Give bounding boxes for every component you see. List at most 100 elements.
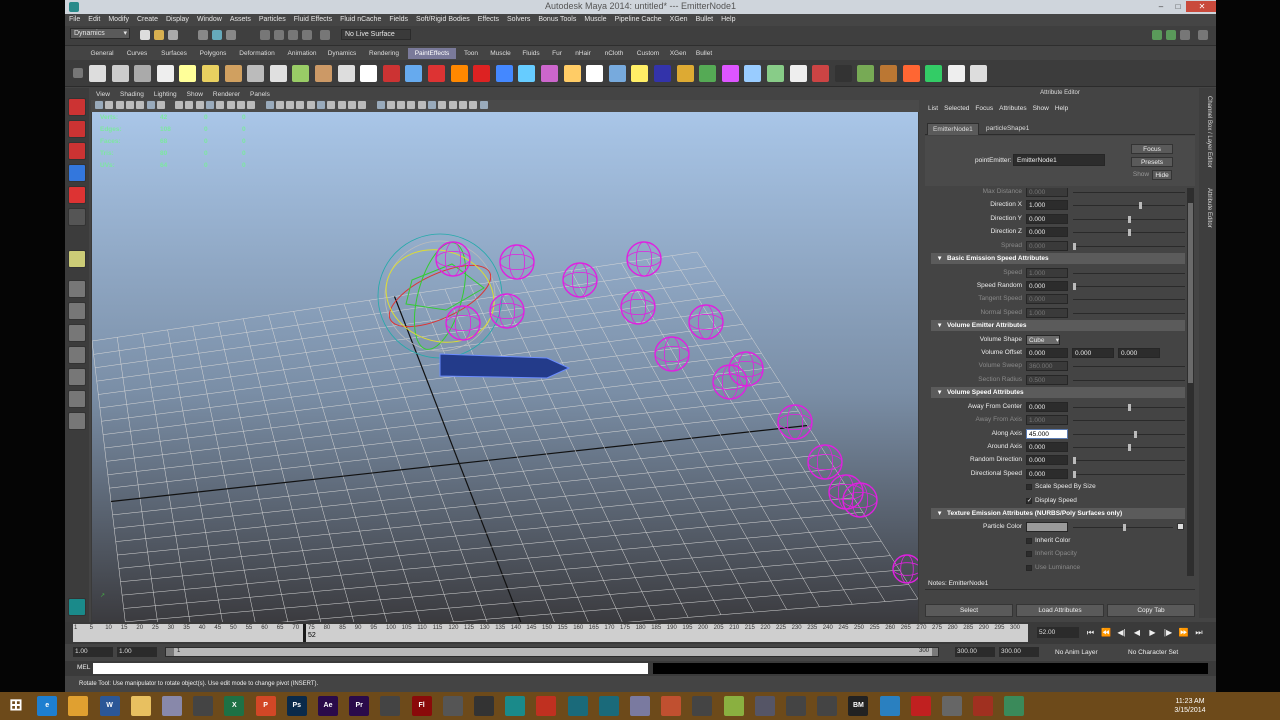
shelf-tab-animation[interactable]: Animation (283, 48, 321, 59)
paint-brush-icon[interactable] (269, 65, 287, 82)
menu-create[interactable]: Create (133, 14, 162, 26)
windows-start-icon[interactable]: ⊞ (6, 696, 26, 716)
slider-direction-x[interactable] (1073, 202, 1185, 210)
show-button[interactable]: Show (1131, 170, 1151, 180)
expand-arrow-icon[interactable]: ▾ (938, 387, 947, 398)
minimize-button[interactable]: – (1153, 1, 1169, 12)
shelf-tab-fur[interactable]: Fur (547, 48, 567, 59)
color-slider[interactable] (1073, 524, 1173, 532)
attribute-editor-tab[interactable]: Attribute Editor (1203, 188, 1212, 228)
viewport-toolbar-icon[interactable] (428, 101, 436, 109)
paint-brush-icon[interactable] (563, 65, 581, 82)
paint-brush-icon[interactable] (767, 65, 784, 82)
viewport-toolbar-icon[interactable] (386, 101, 395, 109)
shelf-tab-general[interactable]: General (87, 48, 117, 59)
shelf-tab-dynamics[interactable]: Dynamics (324, 48, 360, 59)
section-basic-emission-speed-attributes[interactable]: ▾ Basic Emission Speed Attributes (931, 253, 1185, 264)
single-pane-layout-icon[interactable] (68, 280, 86, 298)
paint-brush-icon[interactable] (631, 65, 649, 82)
slider-speed-random[interactable] (1073, 282, 1185, 290)
app-icon[interactable] (630, 696, 650, 716)
paint-brush-icon[interactable] (834, 65, 852, 82)
viewport-toolbar-icon[interactable] (125, 101, 134, 109)
checkbox-use-luminance[interactable] (1026, 564, 1032, 571)
slider-normal-speed[interactable] (1073, 312, 1185, 314)
paint-brush-icon[interactable] (156, 65, 174, 82)
viewport-toolbar-icon[interactable] (448, 101, 457, 109)
ae-menu-focus[interactable]: Focus (972, 104, 996, 114)
field-direction-x[interactable]: 1.000 (1026, 200, 1068, 211)
shelf-tab-muscle[interactable]: Muscle (486, 48, 515, 59)
paint-brush-icon[interactable] (857, 65, 875, 82)
app-icon[interactable] (193, 696, 214, 716)
four-pane-layout-icon[interactable] (68, 302, 86, 320)
paint-brush-icon[interactable] (450, 65, 468, 82)
maximize-button[interactable]: □ (1170, 1, 1186, 12)
dropdown-volume-shape[interactable]: Cube ▾ (1026, 334, 1060, 345)
slider-spread[interactable] (1073, 242, 1185, 250)
field-away-from-center[interactable]: 0.000 (1026, 401, 1068, 412)
paint-brush-icon[interactable] (224, 65, 242, 82)
checkbox-display-speed[interactable]: ✓ (1026, 497, 1032, 504)
paint-brush-icon[interactable] (721, 65, 739, 82)
node-name-field[interactable]: EmitterNode1 (1013, 154, 1105, 166)
viewport-toolbar-icon[interactable] (296, 101, 305, 109)
menu-window[interactable]: Window (193, 14, 226, 26)
unity-icon[interactable] (474, 696, 494, 716)
paint-brush-icon[interactable] (134, 65, 152, 82)
copy-tab-button[interactable]: Copy Tab (1107, 604, 1195, 617)
menu-edit[interactable]: Edit (84, 14, 104, 26)
playback-button[interactable]: ⏮ (1085, 627, 1096, 638)
menu-bullet[interactable]: Bullet (692, 14, 718, 26)
checkbox-inherit-opacity[interactable] (1026, 551, 1032, 558)
shelf-tab-surfaces[interactable]: Surfaces (156, 48, 192, 59)
viewport-toolbar-icon[interactable] (265, 101, 274, 109)
live-surface-field[interactable]: No Live Surface (341, 29, 411, 40)
chrome-icon[interactable] (68, 696, 89, 716)
field-away-from-axis[interactable]: 1.000 (1026, 415, 1068, 426)
shelf-tab-toon[interactable]: Toon (459, 48, 483, 59)
anim-start-field[interactable]: 1.00 (117, 647, 157, 657)
after-effects-icon[interactable]: Ae (318, 696, 338, 716)
paint-brush-icon[interactable] (315, 65, 332, 82)
viewport-toolbar-icon[interactable] (105, 101, 114, 109)
start-time-field[interactable]: 1.00 (73, 647, 113, 657)
viewport-toolbar-icon[interactable] (358, 101, 367, 109)
app-icon[interactable] (162, 696, 182, 716)
app-icon[interactable] (879, 696, 900, 716)
lasso-tool-icon[interactable] (68, 120, 86, 138)
slider-knob[interactable] (1073, 470, 1076, 478)
viewport-menu-panels[interactable]: Panels (245, 90, 275, 100)
app-icon[interactable] (973, 696, 994, 716)
timeline[interactable]: 52 1 5 10 15 20 25 30 35 40 45 50 55 60 65 70 75 80 85 90 9… (73, 624, 1028, 642)
slider-away-from-center[interactable] (1073, 403, 1185, 411)
powerpoint-icon[interactable]: P (255, 696, 276, 716)
paint-brush-icon[interactable] (744, 65, 762, 82)
checkbox-inherit-color[interactable] (1026, 537, 1032, 544)
section-volume-speed-attributes[interactable]: ▾ Volume Speed Attributes (931, 387, 1185, 399)
anim-layer-dropdown[interactable]: No Anim Layer (1055, 649, 1098, 656)
shelf-tab-fluids[interactable]: Fluids (518, 48, 544, 59)
shelf-tab-painteffects[interactable]: PaintEffects (408, 48, 456, 59)
app-icon[interactable] (442, 696, 463, 716)
ae-menu-selected[interactable]: Selected (941, 104, 972, 114)
maya-icon[interactable] (567, 696, 588, 716)
range-bar[interactable]: 1 300 (174, 648, 932, 656)
shelf-tab-nhair[interactable]: nHair (570, 48, 596, 59)
end-time-field[interactable]: 300.00 (999, 647, 1039, 657)
shelf-tab-ncloth[interactable]: nCloth (599, 48, 629, 59)
paint-brush-icon[interactable] (812, 65, 830, 82)
viewport-toolbar-icon[interactable] (156, 101, 165, 109)
field-direction-z[interactable]: 0.000 (1026, 227, 1068, 238)
viewport-toolbar-icon[interactable] (407, 101, 416, 109)
focus-button[interactable]: Focus (1131, 144, 1173, 154)
field-speed[interactable]: 1.000 (1026, 267, 1068, 278)
menu-file[interactable]: File (65, 14, 84, 26)
app-icon[interactable] (817, 696, 838, 716)
snap-curve-icon[interactable] (274, 30, 284, 40)
field-volume-offset-2[interactable]: 0.000 (1118, 348, 1160, 358)
slider-direction-z[interactable] (1073, 229, 1185, 237)
viewport-toolbar-icon[interactable] (458, 101, 467, 109)
app-icon[interactable] (723, 696, 744, 716)
slider-along-axis[interactable] (1073, 430, 1185, 438)
